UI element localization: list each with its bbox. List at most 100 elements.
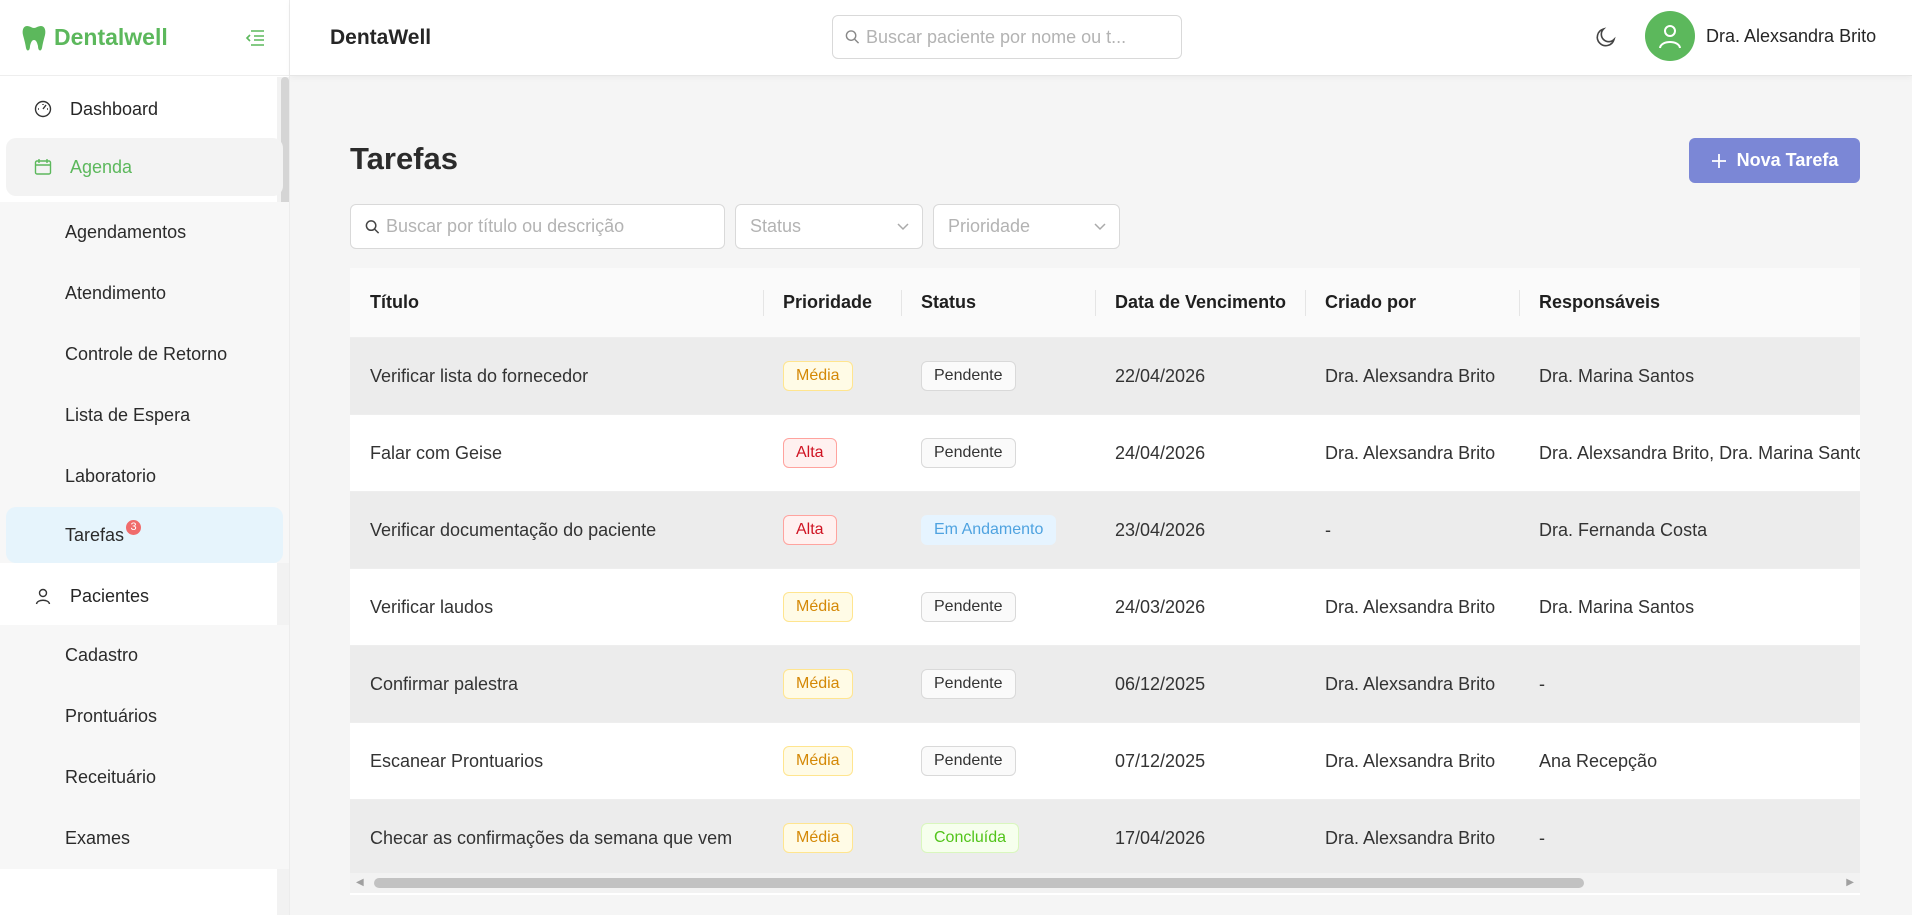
column-header-responsaveis[interactable]: Responsáveis (1519, 268, 1860, 338)
table-row[interactable]: Verificar documentação do paciente Alta Em… (350, 492, 1860, 569)
sidebar-item-lista-espera[interactable]: Lista de Espera (0, 385, 289, 446)
priority-tag: Alta (783, 515, 837, 545)
nav-dashboard[interactable]: Dashboard (0, 80, 289, 138)
cell-titulo: Confirmar palestra (370, 673, 519, 694)
cell-titulo: Checar as confirmações da semana que vem (370, 827, 733, 848)
cell-vencimento: 17/04/2026 (1115, 827, 1206, 848)
cell-titulo: Falar com Geise (370, 442, 503, 463)
patient-search[interactable] (832, 15, 1182, 59)
task-search-input[interactable] (386, 216, 710, 237)
nav-agenda-label: Agenda (70, 156, 133, 177)
scroll-right-arrow-icon[interactable]: ▶ (1846, 877, 1854, 888)
cell-vencimento: 23/04/2026 (1115, 519, 1206, 540)
table-row[interactable]: Falar com Geise Alta Pendente 24/04/2026 Dra… (350, 415, 1860, 492)
nav-dashboard-label: Dashboard (70, 98, 159, 119)
sidebar-item-receituario[interactable]: Receituário (0, 747, 289, 808)
tasks-table: Título Prioridade Status Data de Vencime… (350, 268, 1860, 895)
table-row[interactable]: Verificar laudos Média Pendente 24/03/2026 D… (350, 569, 1860, 646)
status-badge: Pendente (921, 438, 1016, 468)
cell-prioridade: Média (763, 592, 901, 622)
cell-status: Concluída (901, 823, 1095, 853)
cell-vencimento: 24/04/2026 (1115, 442, 1206, 463)
calendar-icon (34, 159, 52, 175)
cell-vencimento: 06/12/2025 (1115, 673, 1206, 694)
user-name[interactable]: Dra. Alexsandra Brito (1706, 26, 1876, 47)
cell-criado-por: Dra. Alexsandra Brito (1325, 596, 1496, 617)
sidebar-item-prontuarios[interactable]: Prontuários (0, 686, 289, 747)
cell-titulo: Escanear Prontuarios (370, 750, 544, 771)
cell-criado-por: Dra. Alexsandra Brito (1325, 827, 1496, 848)
column-header-prioridade[interactable]: Prioridade (763, 268, 901, 338)
status-filter-select[interactable]: Status (735, 204, 923, 249)
sidebar-item-laboratorio[interactable]: Laboratorio (0, 446, 289, 507)
cell-responsaveis: Dra. Marina Santos (1539, 596, 1695, 617)
status-badge: Pendente (921, 669, 1016, 699)
cell-titulo: Verificar lista do fornecedor (370, 365, 589, 386)
user-avatar-icon (1659, 25, 1681, 49)
cell-status: Pendente (901, 669, 1095, 699)
table-row[interactable]: Verificar lista do fornecedor Média Penden… (350, 338, 1860, 415)
sidebar-item-agendamentos[interactable]: Agendamentos (0, 202, 289, 263)
cell-status: Pendente (901, 592, 1095, 622)
sidebar-item-controle-retorno[interactable]: Controle de Retorno (0, 324, 289, 385)
priority-tag: Alta (783, 438, 837, 468)
cell-responsaveis: - (1539, 827, 1545, 848)
sidebar-item-exames[interactable]: Exames (0, 808, 289, 869)
status-filter-placeholder: Status (750, 216, 802, 236)
cell-titulo: Verificar laudos (370, 596, 494, 617)
priority-tag: Média (783, 592, 853, 622)
sidebar-item-atendimento[interactable]: Atendimento (0, 263, 289, 324)
brand-name: Dentalwell (54, 24, 168, 50)
cell-criado-por: Dra. Alexsandra Brito (1325, 750, 1496, 771)
sidebar-nav: Dashboard Agenda Agendamentos Atendiment… (0, 77, 289, 915)
cell-status: Em Andamento (901, 515, 1095, 545)
table-row[interactable]: Checar as confirmações da semana que vem… (350, 800, 1860, 877)
sidebar-item-tarefas[interactable]: Tarefas 3 (6, 507, 283, 563)
cell-prioridade: Média (763, 746, 901, 776)
tooth-icon (22, 25, 46, 50)
priority-filter-select[interactable]: Prioridade (933, 204, 1120, 249)
user-icon (35, 588, 51, 605)
column-header-titulo[interactable]: Título (350, 268, 763, 338)
cell-prioridade: Média (763, 669, 901, 699)
logo[interactable]: Dentalwell (22, 24, 168, 52)
cell-prioridade: Média (763, 361, 901, 391)
cell-responsaveis: Dra. Fernanda Costa (1539, 519, 1708, 540)
column-header-criado-por[interactable]: Criado por (1305, 268, 1519, 338)
pacientes-submenu: Cadastro Prontuários Receituário Exames (0, 625, 289, 869)
table-scroll-thumb[interactable] (374, 878, 1584, 888)
new-task-button[interactable]: Nova Tarefa (1689, 138, 1860, 183)
cell-responsaveis: - (1539, 673, 1545, 694)
cell-responsaveis: Ana Recepção (1539, 750, 1658, 771)
sidebar: Dentalwell Dashboard Agenda Agendamentos… (0, 0, 290, 915)
sidebar-item-cadastro[interactable]: Cadastro (0, 625, 289, 686)
chevron-down-icon (1094, 223, 1106, 231)
scroll-left-arrow-icon[interactable]: ◀ (356, 877, 364, 888)
logo-bar: Dentalwell (0, 0, 289, 76)
cell-criado-por: Dra. Alexsandra Brito (1325, 673, 1496, 694)
nav-agenda[interactable]: Agenda (6, 138, 283, 196)
table-horizontal-scrollbar[interactable]: ◀ ▶ (350, 873, 1860, 893)
dark-mode-toggle-icon[interactable] (1594, 25, 1620, 51)
dashboard-icon (34, 100, 52, 118)
patient-search-input[interactable] (865, 26, 1169, 48)
column-header-status[interactable]: Status (901, 268, 1095, 338)
cell-criado-por: - (1325, 519, 1331, 540)
nav-pacientes[interactable]: Pacientes (0, 567, 289, 625)
task-search[interactable] (350, 204, 725, 249)
cell-criado-por: Dra. Alexsandra Brito (1325, 365, 1496, 386)
priority-filter-placeholder: Prioridade (948, 216, 1031, 236)
table-row[interactable]: Confirmar palestra Média Pendente 06/12/202… (350, 646, 1860, 723)
priority-tag: Média (783, 823, 853, 853)
cell-criado-por: Dra. Alexsandra Brito (1325, 442, 1496, 463)
cell-status: Pendente (901, 746, 1095, 776)
column-header-vencimento[interactable]: Data de Vencimento (1095, 268, 1305, 338)
menu-collapse-icon[interactable] (243, 26, 267, 50)
search-icon (365, 219, 380, 234)
cell-vencimento: 22/04/2026 (1115, 365, 1206, 386)
table-row[interactable]: Escanear Prontuarios Média Pendente 07/12/2… (350, 723, 1860, 800)
cell-status: Pendente (901, 361, 1095, 391)
table-header: Título Prioridade Status Data de Vencime… (350, 268, 1860, 338)
avatar[interactable] (1645, 11, 1695, 61)
table-body: Verificar lista do fornecedor Média Penden… (350, 338, 1860, 877)
